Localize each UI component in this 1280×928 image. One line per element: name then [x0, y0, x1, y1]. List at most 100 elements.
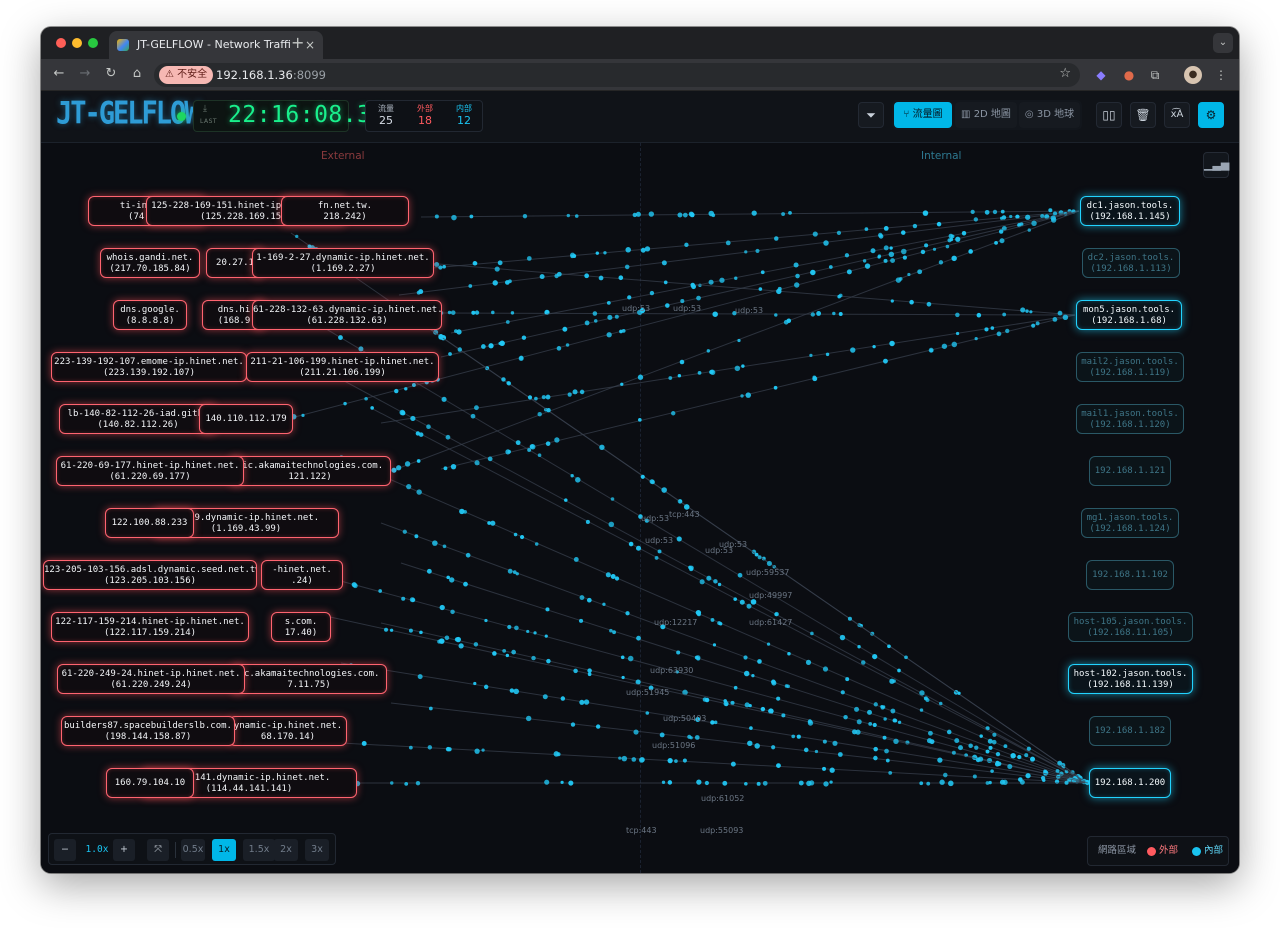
profile-avatar[interactable]: ●	[1184, 66, 1202, 84]
flow-particle	[484, 618, 488, 623]
flow-port-label: udp:53	[673, 304, 701, 313]
forward-icon[interactable]: →	[76, 66, 94, 81]
close-window-button[interactable]	[56, 38, 66, 48]
flow-particle	[592, 311, 598, 316]
flow-particle	[809, 780, 815, 786]
flow-particle	[747, 740, 753, 747]
external-node[interactable]: builders87.spacebuilderslb.com. (198.144.…	[61, 716, 235, 746]
flow-particle	[614, 576, 620, 581]
trash-icon[interactable]: 🗑	[1130, 102, 1156, 128]
tab-flow-view[interactable]: ⑂ 流量圖	[894, 102, 952, 128]
minimize-window-button[interactable]	[72, 38, 82, 48]
external-node[interactable]: ynamic-ip.hinet.net. 68.170.14)	[229, 716, 347, 746]
zoom-preset-button[interactable]: 1x	[212, 839, 236, 861]
internal-node[interactable]: mon5.jason.tools. (192.168.1.68)	[1076, 300, 1182, 330]
internal-node[interactable]: mg1.jason.tools. (192.168.1.124)	[1081, 508, 1179, 538]
bookmark-star-icon[interactable]: ☆	[1059, 66, 1071, 81]
flow-canvas[interactable]: External Internal ▁▃▅ udp:53 udp:53 udp:53…	[41, 143, 1239, 873]
external-node[interactable]: dns.google. (8.8.8.8)	[113, 300, 187, 330]
extensions-puzzle-icon[interactable]: ⧉	[1146, 66, 1164, 84]
external-node[interactable]: lb-140-82-112-26-iad.githu (140.82.112.26…	[59, 404, 217, 434]
external-node[interactable]: 160.79.104.10	[106, 768, 194, 798]
extension-icon[interactable]: ●	[1120, 66, 1138, 84]
gelflow-app: JT-GELFLOW ⤓ LAST 22:16:08.30 流量 25 外部 1…	[41, 91, 1239, 873]
external-node[interactable]: 1-169-2-27.dynamic-ip.hinet.net. (1.169.2…	[252, 248, 434, 278]
zoom-preset-button[interactable]: 1.5x	[243, 839, 275, 861]
tab-close-icon[interactable]: ×	[305, 31, 315, 59]
external-node[interactable]: ic.akamaitechnologies.com. 7.11.75)	[231, 664, 387, 694]
flow-line	[420, 210, 1080, 218]
flow-particle	[512, 570, 517, 575]
flow-particle	[659, 732, 665, 738]
external-node[interactable]: 61-220-249-24.hinet-ip.hinet.net. (61.220…	[57, 664, 245, 694]
internal-node[interactable]: 192.168.1.200	[1089, 768, 1171, 798]
zoom-in-button[interactable]: +	[113, 839, 135, 861]
translate-icon[interactable]: x͡A	[1164, 102, 1190, 128]
flow-particle	[533, 631, 537, 635]
more-menu-icon[interactable]: ⋮	[1212, 66, 1230, 84]
tab-2d-map[interactable]: ▥ 2D 地圖	[955, 102, 1017, 128]
reload-icon[interactable]: ↻	[102, 66, 120, 81]
tab-3d-globe[interactable]: ◎ 3D 地球	[1019, 102, 1080, 128]
external-node[interactable]: -hinet.net. .24)	[261, 560, 343, 590]
flow-particle	[537, 411, 542, 417]
node-hostname: builders87.spacebuilderslb.com.	[64, 721, 232, 731]
internal-node[interactable]: host-102.jason.tools. (192.168.11.139)	[1068, 664, 1193, 694]
external-node[interactable]: 61-220-69-177.hinet-ip.hinet.net. (61.220…	[56, 456, 244, 486]
external-node[interactable]: 122.100.88.233	[105, 508, 194, 538]
flow-particle	[575, 477, 581, 483]
zoom-out-button[interactable]: −	[54, 839, 76, 861]
flow-particle	[417, 674, 423, 680]
node-hostname: 123-205-103-156.adsl.dynamic.seed.net.tw…	[44, 565, 257, 575]
flow-port-label: tcp:443	[669, 510, 700, 519]
flow-particle	[527, 447, 532, 452]
flow-particle	[418, 432, 424, 437]
external-node[interactable]: 122-117-159-214.hinet-ip.hinet.net. (122.…	[51, 612, 249, 642]
zoom-preset-button[interactable]: 0.5x	[181, 839, 205, 861]
zoom-preset-button[interactable]: 2x	[274, 839, 298, 861]
flow-particle	[805, 659, 812, 665]
internal-node[interactable]: dc1.jason.tools. (192.168.1.145)	[1080, 196, 1180, 226]
url-field[interactable]: ⚠ 不安全 192.168.1.36:8099 ☆	[154, 63, 1080, 87]
external-node[interactable]: 140.110.112.179	[199, 404, 293, 434]
node-hostname: dns.google.	[120, 305, 180, 315]
not-secure-badge[interactable]: ⚠ 不安全	[159, 66, 214, 84]
external-node[interactable]: fn.net.tw. 218.242)	[281, 196, 409, 226]
external-node[interactable]: 123-205-103-156.adsl.dynamic.seed.net.tw…	[43, 560, 257, 590]
flow-particle	[847, 616, 852, 621]
flow-particle	[984, 327, 989, 332]
tab-search-icon[interactable]: ⌄	[1213, 33, 1233, 53]
flow-particle	[518, 355, 524, 361]
filter-icon[interactable]: ⏷	[858, 102, 884, 128]
flow-particle	[450, 310, 456, 315]
flow-particle	[889, 340, 895, 347]
fit-screen-icon[interactable]: ⤧	[147, 839, 169, 861]
internal-node[interactable]: 192.168.1.121	[1089, 456, 1171, 486]
node-hostname: mon5.jason.tools.	[1082, 305, 1176, 315]
node-hostname: tic.akamaitechnologies.com.	[236, 461, 384, 471]
external-node[interactable]: 61-228-132-63.dynamic-ip.hinet.net. (61.2…	[252, 300, 442, 330]
internal-node[interactable]: mail1.jason.tools. (192.168.1.120)	[1076, 404, 1184, 434]
settings-gear-icon[interactable]: ⚙	[1198, 102, 1224, 128]
external-node[interactable]: 223-139-192-107.emome-ip.hinet.net. (223.…	[51, 352, 247, 382]
external-node[interactable]: s.com. 17.40)	[271, 612, 331, 642]
internal-node[interactable]: dc2.jason.tools. (192.168.1.113)	[1082, 248, 1180, 278]
flow-particle	[427, 745, 433, 750]
home-icon[interactable]: ⌂	[128, 66, 146, 81]
external-node[interactable]: tic.akamaitechnologies.com. 121.122)	[229, 456, 391, 486]
maximize-window-button[interactable]	[88, 38, 98, 48]
internal-node[interactable]: 192.168.1.182	[1089, 716, 1171, 746]
extension-icon[interactable]: ◆	[1092, 66, 1110, 84]
back-icon[interactable]: ←	[50, 66, 68, 81]
internal-node[interactable]: 192.168.11.102	[1086, 560, 1174, 590]
internal-node[interactable]: mail2.jason.tools. (192.168.1.119)	[1076, 352, 1184, 382]
external-node[interactable]: whois.gandi.net. (217.70.185.84)	[100, 248, 200, 278]
flow-particle	[505, 653, 510, 658]
internal-node[interactable]: host-105.jason.tools. (192.168.11.105)	[1068, 612, 1193, 642]
pause-icon[interactable]: ▯▯	[1096, 102, 1122, 128]
flow-particle	[593, 319, 598, 323]
flow-particle	[744, 781, 748, 786]
new-tab-button[interactable]: +	[291, 33, 304, 52]
zoom-preset-button[interactable]: 3x	[305, 839, 329, 861]
external-node[interactable]: 211-21-106-199.hinet-ip.hinet.net. (211.2…	[246, 352, 439, 382]
